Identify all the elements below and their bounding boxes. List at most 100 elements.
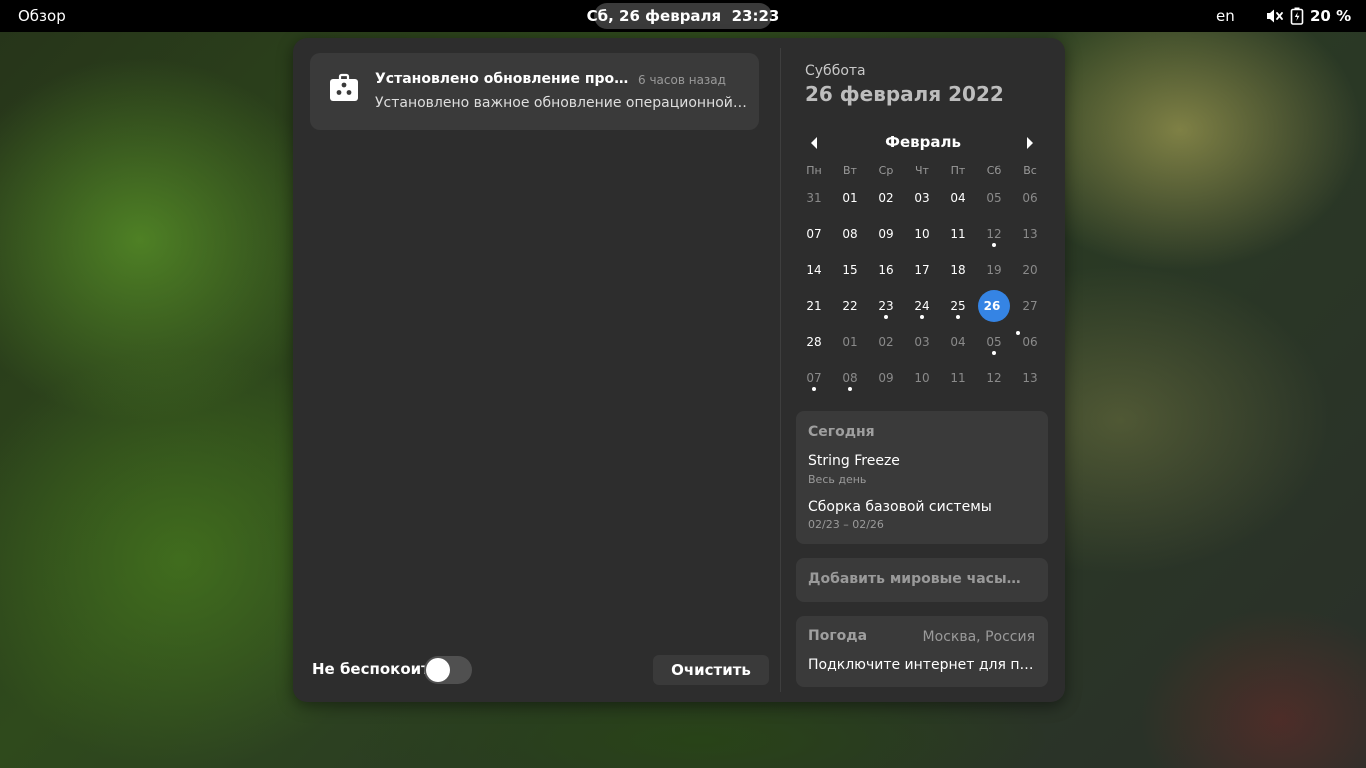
calendar-day[interactable]: 31 bbox=[796, 180, 832, 216]
calendar-day[interactable]: 10 bbox=[904, 360, 940, 396]
calendar-day-number: 06 bbox=[1022, 191, 1038, 205]
weather-section[interactable]: Погода Москва, Россия Подключите интерне… bbox=[796, 616, 1048, 687]
calendar-day[interactable]: 09 bbox=[868, 216, 904, 252]
calendar-day[interactable]: 06 bbox=[1012, 180, 1048, 216]
calendar-day-number: 26 bbox=[983, 299, 1001, 313]
calendar-day-number: 11 bbox=[950, 227, 966, 241]
add-world-clocks-label: Добавить мировые часы… bbox=[808, 571, 1021, 587]
battery-percentage: 20 % bbox=[1310, 7, 1352, 25]
column-divider bbox=[780, 48, 781, 692]
today-weekday: Суббота bbox=[805, 63, 866, 79]
calendar-day[interactable]: 02 bbox=[868, 180, 904, 216]
top-bar: Обзор Сб, 26 февраля 23:23 en 20 % bbox=[0, 0, 1366, 32]
month-label: Февраль bbox=[885, 133, 961, 151]
clear-notifications-button[interactable]: Очистить bbox=[653, 655, 769, 685]
do-not-disturb-toggle[interactable] bbox=[424, 656, 472, 684]
calendar-day[interactable]: 13 bbox=[1012, 360, 1048, 396]
next-month-icon[interactable] bbox=[1021, 134, 1039, 152]
calendar-day[interactable]: 12 bbox=[976, 360, 1012, 396]
calendar-day-number: 01 bbox=[842, 191, 858, 205]
calendar-day[interactable]: 18 bbox=[940, 252, 976, 288]
calendar-week-row: 28 01 02 03 04 05 06 bbox=[796, 324, 1048, 360]
calendar-day-number: 23 bbox=[878, 299, 894, 313]
weekday-header: Пт bbox=[950, 163, 966, 177]
calendar-day-number: 27 bbox=[1022, 299, 1038, 313]
calendar-day[interactable]: 05 bbox=[976, 180, 1012, 216]
calendar-day-number: 19 bbox=[986, 263, 1002, 277]
keyboard-layout-indicator[interactable]: en bbox=[1216, 0, 1235, 32]
calendar-day[interactable]: 11 bbox=[940, 216, 976, 252]
notification-time: 6 часов назад bbox=[638, 73, 726, 87]
calendar-day[interactable]: 10 bbox=[904, 216, 940, 252]
activities-button[interactable]: Обзор bbox=[18, 0, 66, 32]
calendar-day[interactable]: 11 bbox=[940, 360, 976, 396]
month-navigation: Февраль bbox=[797, 131, 1049, 155]
weather-message: Подключите интернет для получения сведен… bbox=[808, 657, 1036, 673]
calendar-day[interactable]: 28 bbox=[796, 324, 832, 360]
calendar-day-number: 04 bbox=[950, 335, 966, 349]
calendar-week-row: 07 08 09 10 11 12 13 bbox=[796, 216, 1048, 252]
calendar-day[interactable]: 08 bbox=[832, 360, 868, 396]
calendar-day-number: 17 bbox=[914, 263, 930, 277]
calendar-day[interactable]: 07 bbox=[796, 360, 832, 396]
calendar-day[interactable]: 08 bbox=[832, 216, 868, 252]
calendar-day-number: 15 bbox=[842, 263, 858, 277]
event-indicator-dot bbox=[992, 243, 996, 247]
calendar-day[interactable]: 23 bbox=[868, 288, 904, 324]
notification-title: Установлено обновление программного обес… bbox=[375, 71, 629, 87]
notification-body: Установлено важное обновление операционн… bbox=[375, 95, 747, 111]
weekday-header: Пн bbox=[806, 163, 822, 177]
calendar-day[interactable]: 21 bbox=[796, 288, 832, 324]
calendar-day[interactable]: 07 bbox=[796, 216, 832, 252]
calendar-week-row: 14 15 16 17 18 19 20 bbox=[796, 252, 1048, 288]
event-subtitle: 02/23 – 02/26 bbox=[808, 518, 884, 531]
calendar-day-today[interactable]: 26 bbox=[976, 288, 1021, 335]
event-subtitle: Весь день bbox=[808, 473, 867, 486]
calendar-day-number: 06 bbox=[1022, 335, 1038, 349]
calendar-day-number: 02 bbox=[878, 191, 894, 205]
clock-button[interactable]: Сб, 26 февраля 23:23 bbox=[587, 3, 779, 29]
weather-location: Москва, Россия bbox=[922, 629, 1035, 645]
calendar-day[interactable]: 01 bbox=[832, 180, 868, 216]
calendar-day-number: 08 bbox=[842, 371, 858, 385]
events-heading: Сегодня bbox=[808, 424, 875, 440]
calendar-day[interactable]: 27 bbox=[1012, 288, 1048, 324]
calendar-day-number: 12 bbox=[986, 371, 1002, 385]
calendar-day[interactable]: 04 bbox=[940, 324, 976, 360]
calendar-day[interactable]: 05 bbox=[976, 324, 1012, 360]
battery-charging-icon bbox=[1290, 7, 1304, 25]
calendar-day[interactable]: 04 bbox=[940, 180, 976, 216]
calendar-day[interactable]: 03 bbox=[904, 324, 940, 360]
today-date-button[interactable]: 26 февраля 2022 bbox=[805, 82, 1004, 106]
calendar-day-number: 10 bbox=[914, 371, 930, 385]
calendar-day[interactable]: 02 bbox=[868, 324, 904, 360]
calendar-day[interactable]: 01 bbox=[832, 324, 868, 360]
calendar-day[interactable]: 15 bbox=[832, 252, 868, 288]
calendar-day[interactable]: 03 bbox=[904, 180, 940, 216]
calendar-day[interactable]: 09 bbox=[868, 360, 904, 396]
calendar-day[interactable]: 17 bbox=[904, 252, 940, 288]
calendar-day[interactable]: 14 bbox=[796, 252, 832, 288]
calendar-day[interactable]: 06 bbox=[1012, 324, 1048, 360]
notification-card[interactable]: Установлено обновление программного обес… bbox=[310, 53, 759, 130]
calendar-day[interactable]: 25 bbox=[940, 288, 976, 324]
weekday-header: Вт bbox=[843, 163, 857, 177]
world-clocks-section[interactable]: Добавить мировые часы… bbox=[796, 558, 1048, 602]
calendar-day[interactable]: 16 bbox=[868, 252, 904, 288]
calendar-day-number: 01 bbox=[842, 335, 858, 349]
calendar-day[interactable]: 24 bbox=[904, 288, 940, 324]
calendar-day-number: 20 bbox=[1022, 263, 1038, 277]
calendar-day-number: 10 bbox=[914, 227, 930, 241]
calendar-day[interactable]: 20 bbox=[1012, 252, 1048, 288]
calendar-day-number: 07 bbox=[806, 227, 822, 241]
calendar-day[interactable]: 22 bbox=[832, 288, 868, 324]
calendar-day-number: 28 bbox=[806, 335, 822, 349]
calendar-day-number: 14 bbox=[806, 263, 822, 277]
calendar-day-number: 11 bbox=[950, 371, 966, 385]
system-status-menu[interactable]: 20 % bbox=[1266, 0, 1351, 32]
calendar-day[interactable]: 12 bbox=[976, 216, 1012, 252]
calendar-grid: Пн Вт Ср Чт Пт Сб Вс 31 01 02 03 04 05 06 07 08 09 10 11 1… bbox=[796, 160, 1048, 396]
events-section[interactable]: Сегодня String Freeze Весь день Сборка б… bbox=[796, 411, 1048, 544]
calendar-day[interactable]: 13 bbox=[1012, 216, 1048, 252]
calendar-day[interactable]: 19 bbox=[976, 252, 1012, 288]
